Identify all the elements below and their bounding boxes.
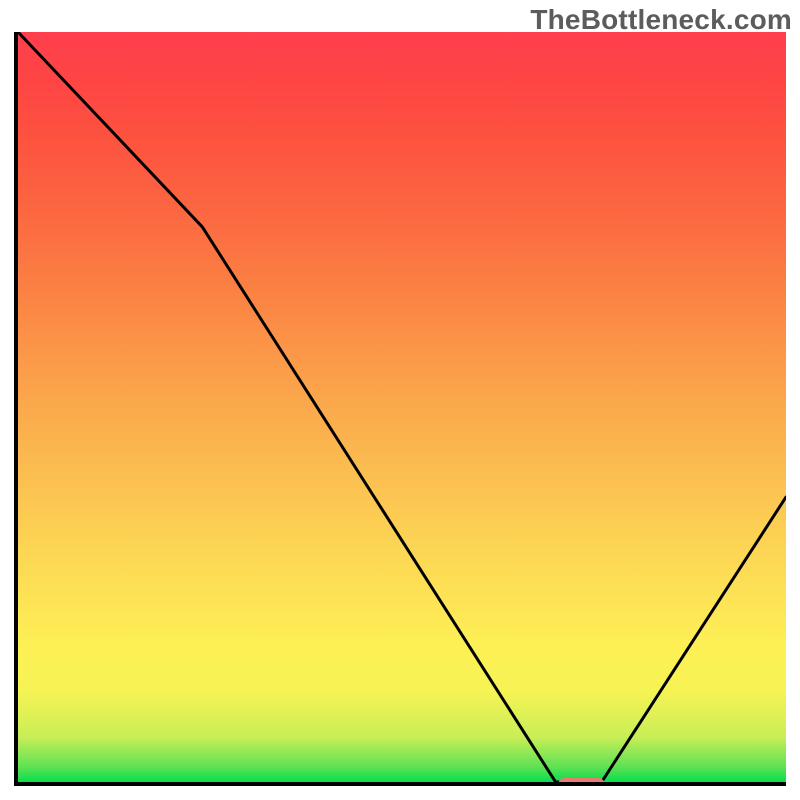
- optimal-marker: [558, 778, 604, 786]
- plot-area: [14, 32, 786, 786]
- chart-frame: TheBottleneck.com: [0, 0, 800, 800]
- chart-curve: [18, 32, 786, 782]
- bottleneck-line: [18, 32, 786, 782]
